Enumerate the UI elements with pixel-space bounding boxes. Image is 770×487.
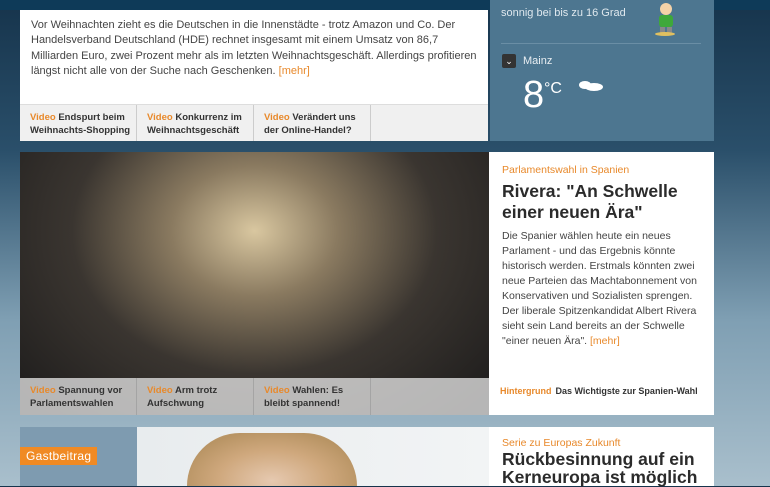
more-link[interactable]: [mehr]	[590, 335, 620, 347]
gastbeitrag-badge: Gastbeitrag	[20, 447, 98, 465]
weather-city[interactable]: Mainz	[523, 55, 552, 67]
video-links-row: Video Endspurt beim Weihnachts-Shopping …	[20, 104, 488, 141]
video-link[interactable]: Video Endspurt beim Weihnachts-Shopping	[20, 105, 137, 141]
article-headline[interactable]: Rivera: "An Schwelle einer neuen Ära"	[502, 181, 707, 223]
article-headline[interactable]: Rückbesinnung auf ein Kerneuropa ist mög…	[502, 450, 707, 486]
article-photo-rivera[interactable]: Video Spannung vor Parlamentswahlen Vide…	[20, 152, 489, 415]
video-link[interactable]: Video Wahlen: Es bleibt spannend!	[254, 378, 371, 415]
video-link[interactable]: Video Arm trotz Aufschwung	[137, 378, 254, 415]
article-panel-europe: Serie zu Europas Zukunft Rückbesinnung a…	[489, 427, 714, 486]
city-dropdown-chevron-icon[interactable]: ⌄	[502, 54, 516, 68]
cloud-icon	[579, 81, 603, 91]
temperature-unit: °C	[544, 80, 562, 97]
weather-mascot-icon	[655, 3, 675, 36]
video-link[interactable]: Video Verändert uns der Online-Handel?	[254, 105, 371, 141]
article-kicker[interactable]: Parlamentswahl in Spanien	[502, 164, 629, 176]
article-card-shopping: Vor Weihnachten zieht es die Deutschen i…	[20, 10, 488, 141]
weather-temperature: 8	[523, 74, 545, 116]
guest-article-sidebar: Gastbeitrag	[20, 427, 137, 486]
divider	[501, 43, 701, 44]
video-link[interactable]: Video Konkurrenz im Weihnachtsgeschäft	[137, 105, 254, 141]
more-link[interactable]: [mehr]	[279, 65, 310, 77]
weather-forecast-text: sonnig bei bis zu 16 Grad	[501, 7, 626, 19]
article-panel-spain: Parlamentswahl in Spanien Rivera: "An Sc…	[489, 152, 714, 415]
article-kicker[interactable]: Serie zu Europas Zukunft	[502, 437, 620, 449]
video-links-row: Video Spannung vor Parlamentswahlen Vide…	[20, 378, 489, 415]
article-teaser: Vor Weihnachten zieht es die Deutschen i…	[31, 19, 477, 77]
article-photo-guest[interactable]	[137, 427, 489, 486]
background-link[interactable]: Hintergrund Das Wichtigste zur Spanien-Wa…	[500, 386, 698, 396]
portrait-image	[187, 433, 357, 486]
video-link[interactable]: Video Spannung vor Parlamentswahlen	[20, 378, 137, 415]
weather-widget: sonnig bei bis zu 16 Grad ⌄ Mainz 8 °C	[490, 0, 714, 141]
article-teaser: Die Spanier wählen heute ein neues Parla…	[502, 230, 697, 347]
